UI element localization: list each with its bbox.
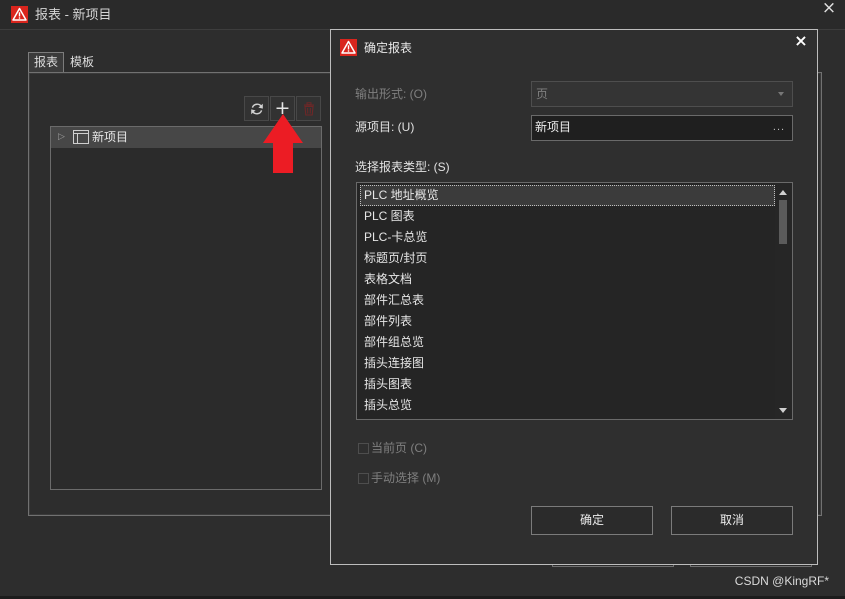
- tab-reports[interactable]: 报表: [28, 52, 64, 72]
- report-type-item[interactable]: 插头总览: [360, 395, 775, 416]
- browse-button[interactable]: ...: [768, 118, 790, 138]
- main-window-title: 报表 - 新项目: [35, 7, 112, 22]
- dialog-close-button[interactable]: ×: [793, 31, 809, 51]
- project-icon: [73, 130, 89, 144]
- output-form-label: 输出形式: (O): [355, 87, 427, 101]
- manual-select-checkbox[interactable]: [358, 473, 369, 484]
- tab-templates[interactable]: 模板: [64, 52, 100, 72]
- report-type-item[interactable]: PLC 地址概览: [360, 185, 775, 206]
- watermark: CSDN @KingRF*: [734, 574, 829, 588]
- main-close-button[interactable]: ×: [821, 0, 837, 18]
- report-tree[interactable]: ▷ 新项目: [50, 126, 322, 490]
- source-project-value: 新项目: [535, 120, 572, 134]
- scroll-track[interactable]: [775, 200, 792, 402]
- report-type-item[interactable]: 部件组总览: [360, 332, 775, 353]
- report-type-item[interactable]: PLC 图表: [360, 206, 775, 227]
- dialog-title: 确定报表: [364, 41, 413, 55]
- app-logo-icon: [340, 39, 357, 56]
- ok-button[interactable]: 确定: [531, 506, 653, 535]
- report-type-item[interactable]: 插头连接图: [360, 353, 775, 374]
- report-type-scrollbar[interactable]: [775, 183, 792, 419]
- expand-arrow-icon[interactable]: ▷: [58, 127, 65, 148]
- report-type-label: 选择报表类型: (S): [355, 160, 450, 174]
- scroll-thumb[interactable]: [779, 200, 787, 244]
- report-type-item[interactable]: 部件汇总表: [360, 290, 775, 311]
- screen: 报表 - 新项目 × 报表 模板 + ▷ 新项目 确定报表 × 输出形式: (O…: [0, 0, 845, 599]
- source-project-field[interactable]: 新项目 ...: [531, 115, 793, 141]
- report-type-item[interactable]: 部件列表: [360, 311, 775, 332]
- dialog-titlebar[interactable]: 确定报表 ×: [331, 30, 817, 64]
- report-type-list[interactable]: PLC 地址概览 PLC 图表 PLC-卡总览 标题页/封页 表格文档 部件汇总…: [356, 182, 793, 420]
- manual-select-label[interactable]: 手动选择 (M): [371, 470, 440, 486]
- output-form-value: 页: [536, 87, 549, 101]
- main-titlebar: 报表 - 新项目 ×: [0, 0, 845, 30]
- cancel-button[interactable]: 取消: [671, 506, 793, 535]
- app-logo-icon: [11, 6, 28, 23]
- report-type-items: PLC 地址概览 PLC 图表 PLC-卡总览 标题页/封页 表格文档 部件汇总…: [357, 185, 775, 416]
- current-page-checkbox[interactable]: [358, 443, 369, 454]
- tree-item-label: 新项目: [92, 130, 129, 144]
- red-arrow-annotation: [263, 114, 303, 173]
- chevron-down-icon: [778, 92, 784, 96]
- source-project-label: 源项目: (U): [355, 120, 415, 134]
- report-type-item[interactable]: 表格文档: [360, 269, 775, 290]
- scroll-down-icon[interactable]: [779, 408, 787, 413]
- output-form-dropdown[interactable]: 页: [531, 81, 793, 107]
- generate-report-dialog: 确定报表 × 输出形式: (O) 页 源项目: (U) 新项目 ... 选择报表…: [330, 29, 818, 565]
- report-type-item[interactable]: 插头图表: [360, 374, 775, 395]
- trash-icon: [303, 101, 315, 116]
- report-type-item[interactable]: PLC-卡总览: [360, 227, 775, 248]
- report-type-item[interactable]: 标题页/封页: [360, 248, 775, 269]
- scroll-up-icon[interactable]: [779, 190, 787, 195]
- current-page-label[interactable]: 当前页 (C): [371, 440, 427, 456]
